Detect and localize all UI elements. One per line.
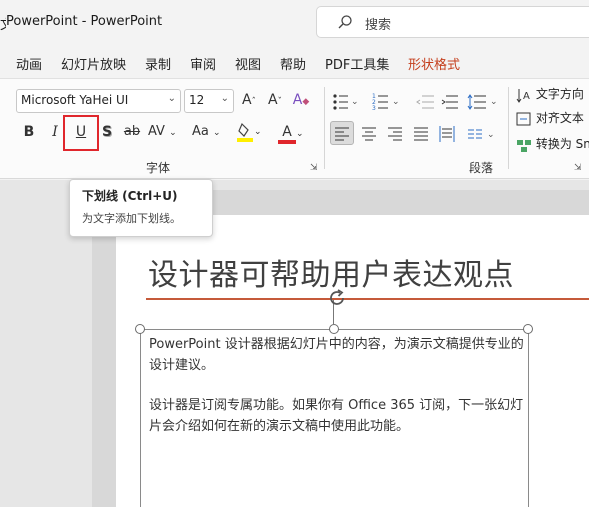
group-divider bbox=[508, 87, 509, 169]
svg-text:3: 3 bbox=[372, 105, 376, 112]
tab-pdf-tools[interactable]: PDF工具集 bbox=[325, 54, 389, 73]
resize-handle-top-center[interactable] bbox=[329, 324, 339, 334]
indent-icon[interactable]: ⌄ bbox=[416, 92, 506, 112]
highlighter-icon bbox=[237, 122, 253, 142]
font-name-combo[interactable]: Microsoft YaHei UI ⌄ bbox=[16, 89, 181, 113]
distributed-icon[interactable] bbox=[436, 122, 458, 144]
font-dialog-launcher-icon[interactable]: ⇲ bbox=[310, 163, 318, 173]
font-name-value: Microsoft YaHei UI bbox=[21, 93, 129, 107]
underline-selection-highlight bbox=[63, 115, 99, 151]
window-title-text: PowerPoint - PowerPoint bbox=[6, 14, 163, 29]
text-direction-icon: A bbox=[516, 88, 530, 103]
shadow-button[interactable]: S bbox=[98, 121, 116, 145]
character-spacing-label: AV bbox=[148, 124, 165, 139]
align-text-icon bbox=[516, 112, 531, 125]
grow-font-label: A bbox=[241, 92, 252, 108]
align-center-icon[interactable] bbox=[358, 122, 380, 144]
svg-text:⌄: ⌄ bbox=[392, 97, 400, 107]
tooltip-title: 下划线 (Ctrl+U) bbox=[82, 189, 178, 203]
clear-formatting-button[interactable]: A◆ bbox=[290, 89, 312, 113]
body-paragraph-2[interactable]: 设计器是订阅专属功能。如果你有 Office 365 订阅，下一张幻灯片会介绍如… bbox=[149, 395, 527, 437]
search-icon bbox=[338, 15, 352, 29]
svg-text:⌄: ⌄ bbox=[351, 97, 359, 107]
align-left-button[interactable] bbox=[330, 121, 354, 145]
svg-text:A: A bbox=[523, 91, 530, 102]
svg-text:⌄: ⌄ bbox=[487, 130, 495, 140]
strikethrough-button[interactable]: ab bbox=[122, 121, 142, 145]
search-placeholder: 搜索 bbox=[365, 18, 392, 33]
resize-handle-top-right[interactable] bbox=[523, 324, 533, 334]
clear-formatting-label: A bbox=[292, 92, 303, 108]
columns-icon[interactable]: ⌄ bbox=[466, 122, 500, 144]
change-case-button[interactable]: Aa ⌄ bbox=[192, 121, 226, 145]
tab-animations[interactable]: 动画 bbox=[16, 54, 42, 73]
group-divider bbox=[324, 87, 325, 169]
bold-button[interactable]: B bbox=[20, 121, 38, 145]
tab-view[interactable]: 视图 bbox=[235, 54, 261, 73]
align-left-icon bbox=[335, 127, 349, 141]
font-color-label: A bbox=[278, 124, 296, 144]
tab-review[interactable]: 审阅 bbox=[190, 54, 216, 73]
tab-record[interactable]: 录制 bbox=[145, 54, 171, 73]
tab-slideshow[interactable]: 幻灯片放映 bbox=[61, 54, 126, 73]
tab-help[interactable]: 帮助 bbox=[280, 54, 306, 73]
ribbon-tabs: 动画 幻灯片放映 录制 审阅 视图 帮助 PDF工具集 形状格式 bbox=[0, 44, 589, 78]
shrink-font-button[interactable]: Aˇ bbox=[264, 89, 286, 113]
svg-text:⌄: ⌄ bbox=[490, 97, 498, 107]
shrink-font-label: A bbox=[267, 92, 278, 108]
underline-tooltip: 下划线 (Ctrl+U) 为文字添加下划线。 bbox=[69, 179, 213, 237]
tab-shape-format[interactable]: 形状格式 bbox=[408, 54, 460, 73]
body-paragraph-1[interactable]: PowerPoint 设计器根据幻灯片中的内容，为演示文稿提供专业的设计建议。 bbox=[149, 334, 527, 376]
justify-icon[interactable] bbox=[410, 122, 432, 144]
paragraph-dialog-launcher-icon[interactable]: ⇲ bbox=[574, 163, 582, 173]
resize-handle-top-left[interactable] bbox=[135, 324, 145, 334]
bullets-icon[interactable]: ⌄ 1 2 3 ⌄ bbox=[332, 92, 402, 112]
font-size-combo[interactable]: 12 ⌄ bbox=[184, 89, 234, 113]
rotate-handle-icon[interactable] bbox=[326, 287, 348, 309]
font-size-value: 12 bbox=[189, 93, 205, 107]
align-text-label: 对齐文本 bbox=[535, 111, 584, 125]
chevron-down-icon: ⌄ bbox=[220, 93, 229, 104]
change-case-label: Aa bbox=[192, 124, 209, 139]
chevron-down-icon: ⌄ bbox=[167, 93, 176, 104]
search-box[interactable]: 搜索 bbox=[316, 6, 589, 38]
text-direction-label: 文字方向 bbox=[535, 87, 584, 101]
highlight-color-button[interactable]: ⌄ bbox=[236, 121, 270, 145]
convert-smartart-label: 转换为 Sn bbox=[535, 137, 589, 151]
font-color-button[interactable]: A ⌄ bbox=[278, 121, 312, 145]
paragraph-group-label: 段落 bbox=[469, 161, 494, 175]
title-accent-line bbox=[146, 298, 589, 300]
window-title: 文PowerPoint - PowerPoint bbox=[0, 14, 162, 33]
align-text-button[interactable]: 对齐文本 bbox=[516, 109, 584, 131]
tooltip-description: 为文字添加下划线。 bbox=[82, 212, 181, 225]
italic-button[interactable]: I bbox=[46, 121, 64, 145]
title-bar: 文PowerPoint - PowerPoint 搜索 bbox=[0, 0, 589, 44]
font-group-label: 字体 bbox=[146, 161, 171, 175]
smartart-icon bbox=[517, 139, 531, 152]
align-right-icon[interactable] bbox=[384, 122, 406, 144]
character-spacing-button[interactable]: AV ⌄ bbox=[148, 121, 182, 145]
grow-font-button[interactable]: Aˆ bbox=[238, 89, 260, 113]
text-direction-button[interactable]: A 文字方向 bbox=[516, 85, 584, 107]
convert-smartart-button[interactable]: 转换为 Sn bbox=[516, 135, 589, 157]
